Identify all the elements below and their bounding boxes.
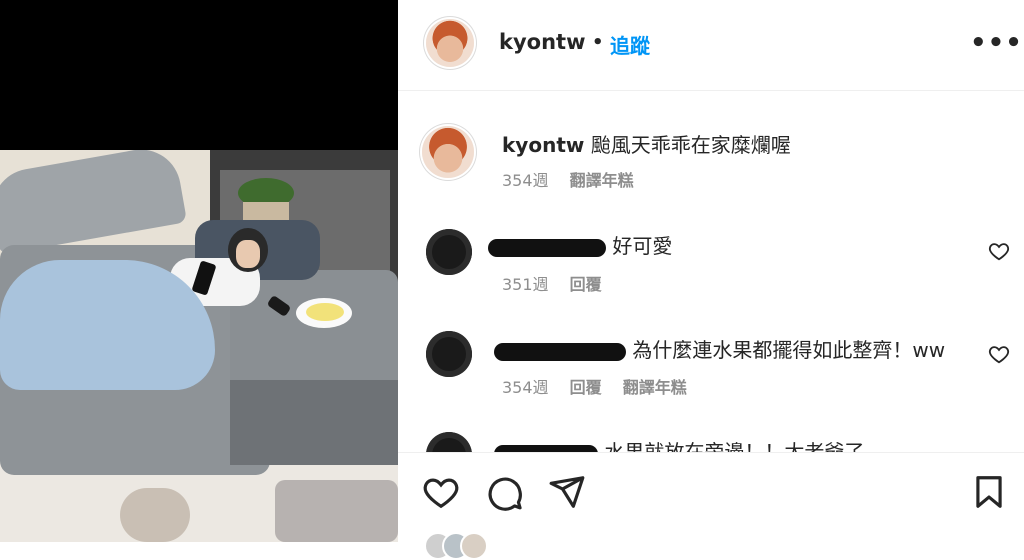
photo-person-face <box>236 240 260 268</box>
bookmark-icon[interactable] <box>970 473 1008 511</box>
avatar <box>460 532 488 560</box>
heart-icon[interactable] <box>988 240 1010 262</box>
post-header: kyontw • 追蹤 ••• <box>398 0 1024 91</box>
caption-meta: 354週 翻譯年糕 <box>502 167 634 191</box>
comment-avatar[interactable] <box>426 331 472 377</box>
caption-translate-button[interactable]: 翻譯年糕 <box>570 171 634 190</box>
follow-button[interactable]: 追蹤 <box>610 30 650 59</box>
post-photo[interactable] <box>0 150 398 542</box>
comment-icon[interactable] <box>486 473 524 511</box>
caption-username[interactable]: kyontw <box>502 133 584 157</box>
photo-slipper <box>120 488 190 542</box>
comment-avatar[interactable] <box>426 229 472 275</box>
comment-text: 為什麼連水果都擺得如此整齊！ww <box>632 338 946 362</box>
comment-text: 好可愛 <box>612 234 673 258</box>
post-photo-panel <box>0 0 398 542</box>
photo-fruit <box>306 303 344 321</box>
photo-mat <box>275 480 398 542</box>
caption: kyontw 颱風天乖乖在家糜爛喔 <box>502 129 791 158</box>
comment: 為什麼連水果都擺得如此整齊！ww <box>494 334 945 363</box>
caption-time[interactable]: 354週 <box>502 171 549 190</box>
translate-button[interactable]: 翻譯年糕 <box>623 378 687 397</box>
comment-meta: 351週 回覆 <box>502 271 602 295</box>
comment: 好可愛 <box>488 230 672 259</box>
author-avatar[interactable] <box>426 19 474 67</box>
comment-time[interactable]: 354週 <box>502 378 549 397</box>
more-icon[interactable]: ••• <box>970 28 1023 58</box>
comment-meta: 354週 回覆 翻譯年糕 <box>502 374 687 398</box>
author-username[interactable]: kyontw <box>499 30 585 54</box>
heart-icon[interactable] <box>422 473 460 511</box>
separator-dot: • <box>592 32 604 53</box>
post-sidebar: kyontw • 追蹤 ••• kyontw 颱風天乖乖在家糜爛喔 354週 翻… <box>398 0 1024 560</box>
liker-avatars[interactable] <box>424 532 514 560</box>
action-bar <box>398 452 1024 543</box>
reply-button[interactable]: 回覆 <box>570 378 602 397</box>
reply-button[interactable]: 回覆 <box>570 275 602 294</box>
redacted-username <box>488 238 606 257</box>
redacted-username <box>494 342 626 361</box>
heart-icon[interactable] <box>988 343 1010 365</box>
caption-avatar[interactable] <box>422 126 474 178</box>
photo-chaise-front <box>230 380 398 465</box>
caption-text: 颱風天乖乖在家糜爛喔 <box>590 133 791 157</box>
send-icon[interactable] <box>548 473 586 511</box>
comment-time[interactable]: 351週 <box>502 275 549 294</box>
